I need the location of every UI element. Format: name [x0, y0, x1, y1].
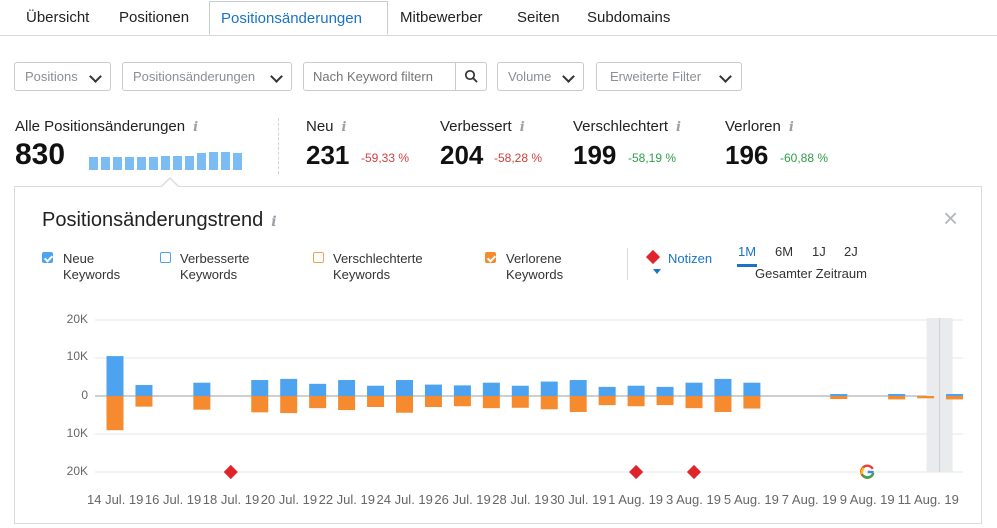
x-tick-label: 28 Jul. 19 [492, 492, 549, 507]
bar-lost-keywords[interactable] [135, 396, 153, 407]
bar-lost-keywords[interactable] [367, 396, 385, 408]
x-tick-label: 14 Jul. 19 [87, 492, 144, 507]
bar-new-keywords[interactable] [743, 382, 761, 396]
bar-lost-keywords[interactable] [106, 396, 124, 431]
bar-lost-keywords[interactable] [424, 396, 442, 408]
bar-lost-keywords[interactable] [453, 396, 471, 407]
bar-new-keywords[interactable] [193, 382, 211, 396]
bar-lost-keywords[interactable] [685, 396, 703, 409]
note-diamond-icon[interactable] [629, 464, 644, 480]
bar-lost-keywords[interactable] [511, 396, 529, 408]
bar-lost-keywords[interactable] [598, 396, 616, 406]
x-tick-label: 1 Aug. 19 [608, 492, 664, 507]
bar-new-keywords[interactable] [251, 380, 269, 396]
bar-lost-keywords[interactable] [540, 396, 558, 410]
bar-lost-keywords[interactable] [396, 396, 413, 413]
x-tick-label: 18 Jul. 19 [202, 492, 260, 507]
bar-new-keywords[interactable] [482, 382, 500, 396]
bar-new-keywords[interactable] [396, 380, 413, 396]
bar-new-keywords[interactable] [309, 383, 327, 396]
bar-new-keywords[interactable] [280, 378, 298, 396]
bar-new-keywords[interactable] [135, 384, 153, 396]
x-tick-label: 24 Jul. 19 [376, 492, 433, 507]
bar-lost-keywords[interactable] [569, 396, 587, 412]
bar-new-keywords[interactable] [367, 385, 385, 396]
x-tick-label: 5 Aug. 19 [723, 492, 779, 507]
bar-lost-keywords[interactable] [280, 396, 298, 414]
bar-lost-keywords[interactable] [193, 396, 211, 410]
bar-new-keywords[interactable] [685, 382, 703, 396]
x-tick-label: 30 Jul. 19 [550, 492, 607, 507]
x-tick-label: 9 Aug. 19 [839, 492, 895, 507]
bar-new-keywords[interactable] [656, 386, 674, 396]
x-tick-label: 11 Aug. 19 [897, 492, 959, 507]
bar-new-keywords[interactable] [511, 385, 529, 396]
bar-lost-keywords[interactable] [946, 396, 964, 400]
bar-new-keywords[interactable] [627, 385, 645, 396]
bar-new-keywords[interactable] [946, 394, 964, 396]
bar-lost-keywords[interactable] [309, 396, 327, 409]
note-diamond-icon[interactable] [686, 464, 702, 480]
bar-lost-keywords[interactable] [251, 396, 269, 413]
bar-lost-keywords[interactable] [714, 396, 732, 412]
bar-new-keywords[interactable] [888, 394, 906, 396]
bar-lost-keywords[interactable] [656, 396, 674, 406]
bar-lost-keywords[interactable] [830, 396, 848, 400]
bar-new-keywords[interactable] [569, 380, 587, 396]
bar-new-keywords[interactable] [714, 378, 732, 396]
note-diamond-icon[interactable] [223, 464, 238, 480]
bar-lost-keywords[interactable] [482, 396, 500, 409]
bar-new-keywords[interactable] [540, 381, 558, 396]
bar-new-keywords[interactable] [453, 385, 471, 396]
bar-lost-keywords[interactable] [627, 396, 645, 407]
x-tick-label: 3 Aug. 19 [666, 492, 721, 507]
x-tick-label: 22 Jul. 19 [318, 492, 375, 507]
bar-lost-keywords[interactable] [743, 396, 761, 409]
bar-new-keywords[interactable] [598, 386, 616, 396]
bar-lost-keywords[interactable] [338, 396, 356, 411]
bar-lost-keywords[interactable] [917, 396, 935, 399]
bar-new-keywords[interactable] [106, 356, 124, 396]
x-tick-label: 26 Jul. 19 [434, 492, 491, 507]
bar-new-keywords[interactable] [830, 394, 848, 396]
bar-new-keywords[interactable] [338, 380, 356, 396]
bar-lost-keywords[interactable] [888, 396, 906, 400]
x-tick-label: 20 Jul. 19 [260, 492, 318, 507]
trend-chart [95, 318, 964, 480]
x-tick-label: 7 Aug. 19 [781, 492, 837, 507]
x-tick-label: 16 Jul. 19 [144, 492, 202, 507]
bar-new-keywords[interactable] [424, 384, 442, 396]
